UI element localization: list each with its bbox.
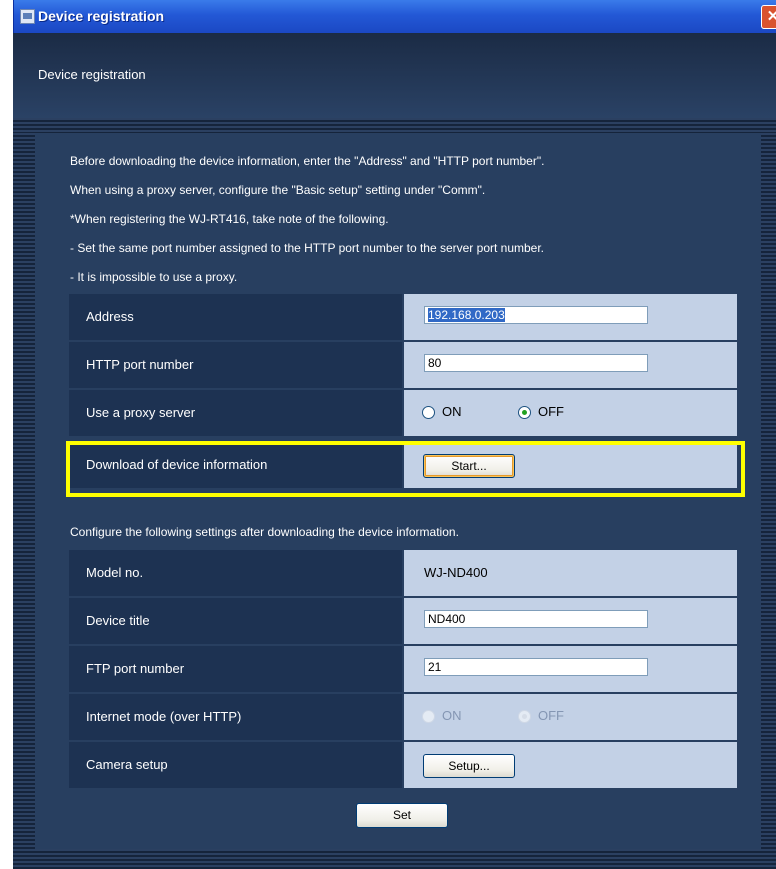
instruction-line: - It is impossible to use a proxy. bbox=[70, 270, 238, 284]
configure-note: Configure the following settings after d… bbox=[70, 525, 459, 539]
device-registration-window: Device registration ✕ Device registratio… bbox=[13, 0, 776, 869]
device-title-label: Device title bbox=[69, 598, 402, 644]
registration-panel: Before downloading the device informatio… bbox=[35, 133, 761, 849]
device-title-value-cell: ND400 bbox=[404, 598, 737, 644]
camera-setup-label: Camera setup bbox=[69, 742, 402, 788]
start-button[interactable]: Start... bbox=[423, 454, 515, 478]
proxy-label: Use a proxy server bbox=[69, 390, 402, 436]
set-button[interactable]: Set bbox=[356, 803, 448, 828]
camera-setup-row: Camera setup Setup... bbox=[69, 742, 749, 789]
internet-mode-off-radio bbox=[518, 710, 531, 723]
model-value-cell: WJ-ND400 bbox=[404, 550, 737, 596]
left-stripe bbox=[13, 133, 35, 849]
instruction-line: Before downloading the device informatio… bbox=[70, 154, 545, 168]
setup-button[interactable]: Setup... bbox=[423, 754, 515, 778]
instruction-line: - Set the same port number assigned to t… bbox=[70, 241, 545, 255]
internet-mode-row: Internet mode (over HTTP) ON OFF bbox=[69, 694, 749, 741]
app-window-icon bbox=[20, 9, 35, 24]
address-input-text: 192.168.0.203 bbox=[428, 308, 505, 322]
internet-mode-off-label: OFF bbox=[538, 708, 564, 723]
address-label: Address bbox=[69, 294, 402, 340]
close-icon[interactable]: ✕ bbox=[761, 5, 776, 29]
address-value-cell: 192.168.0.203 bbox=[404, 294, 737, 340]
title-bar[interactable]: Device registration ✕ bbox=[13, 0, 776, 33]
proxy-on-radio[interactable] bbox=[422, 406, 435, 419]
http-port-row: HTTP port number 80 bbox=[69, 342, 749, 389]
top-stripe bbox=[13, 118, 776, 133]
http-port-value-cell: 80 bbox=[404, 342, 737, 388]
internet-mode-value-cell: ON OFF bbox=[404, 694, 737, 740]
internet-mode-label: Internet mode (over HTTP) bbox=[69, 694, 402, 740]
http-port-label: HTTP port number bbox=[69, 342, 402, 388]
ftp-port-row: FTP port number 21 bbox=[69, 646, 749, 693]
proxy-value-cell: ON OFF bbox=[404, 390, 737, 436]
model-value: WJ-ND400 bbox=[424, 565, 488, 580]
download-row: Download of device information Start... bbox=[69, 442, 749, 489]
address-input[interactable]: 192.168.0.203 bbox=[424, 306, 648, 324]
proxy-row: Use a proxy server ON OFF bbox=[69, 390, 749, 437]
device-title-input[interactable]: ND400 bbox=[424, 610, 648, 628]
proxy-off-radio[interactable] bbox=[518, 406, 531, 419]
model-row: Model no. WJ-ND400 bbox=[69, 550, 749, 597]
ftp-port-input[interactable]: 21 bbox=[424, 658, 648, 676]
proxy-off-label[interactable]: OFF bbox=[538, 404, 564, 419]
page-title: Device registration bbox=[38, 67, 146, 82]
proxy-on-label[interactable]: ON bbox=[442, 404, 462, 419]
instruction-line: When using a proxy server, configure the… bbox=[70, 183, 486, 197]
http-port-input[interactable]: 80 bbox=[424, 354, 648, 372]
bottom-stripe bbox=[13, 849, 776, 869]
internet-mode-on-label: ON bbox=[442, 708, 462, 723]
download-value-cell: Start... bbox=[404, 442, 737, 488]
instruction-line: *When registering the WJ-RT416, take not… bbox=[70, 212, 389, 226]
device-title-row: Device title ND400 bbox=[69, 598, 749, 645]
ftp-port-value-cell: 21 bbox=[404, 646, 737, 692]
download-label: Download of device information bbox=[69, 442, 402, 488]
ftp-port-label: FTP port number bbox=[69, 646, 402, 692]
internet-mode-on-radio bbox=[422, 710, 435, 723]
address-row: Address 192.168.0.203 bbox=[69, 294, 749, 341]
model-label: Model no. bbox=[69, 550, 402, 596]
right-stripe bbox=[761, 133, 776, 849]
camera-setup-value-cell: Setup... bbox=[404, 742, 737, 788]
page-header: Device registration bbox=[13, 33, 776, 118]
window-title: Device registration bbox=[38, 8, 165, 24]
